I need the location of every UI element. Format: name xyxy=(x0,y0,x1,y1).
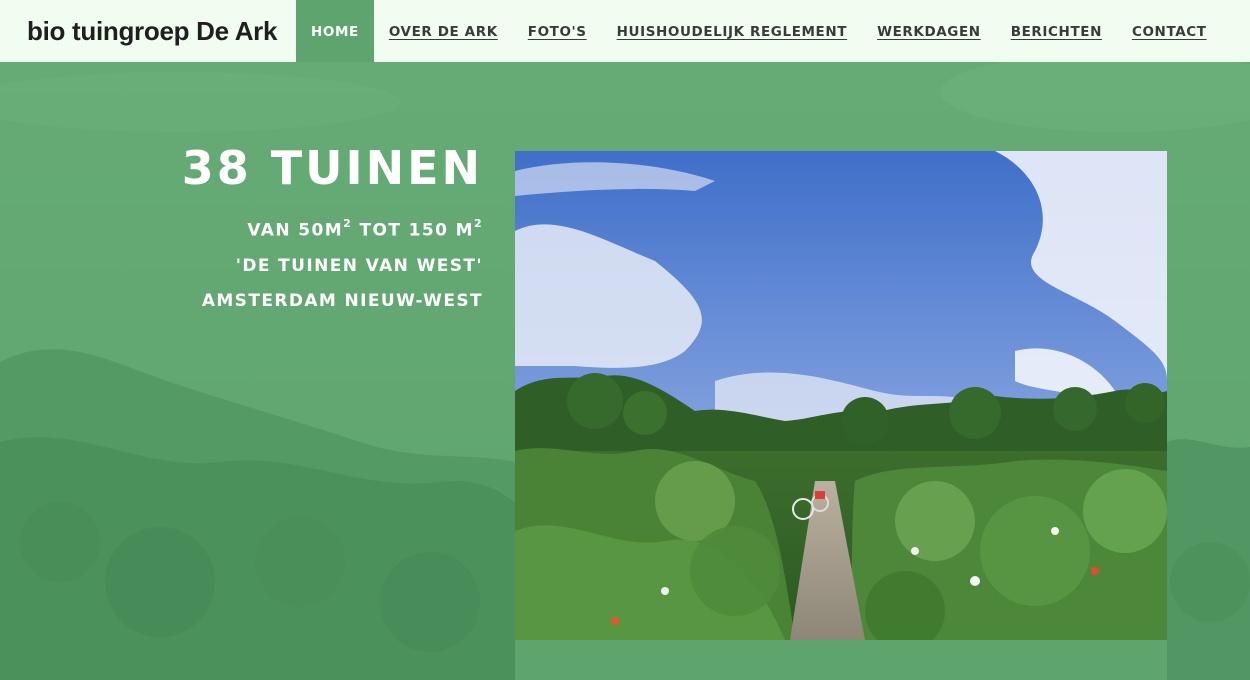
superscript-2: 2 xyxy=(343,217,353,230)
hero-location-area: AMSTERDAM NIEUW-WEST xyxy=(201,290,483,311)
hero-section: 38 TUINEN VAN 50M2 TOT 150 M2 'DE TUINEN… xyxy=(0,62,1250,680)
nav-item-fotos[interactable]: FOTO'S xyxy=(513,0,602,62)
garden-photo xyxy=(515,151,1167,640)
garden-photo-illustration xyxy=(515,151,1167,640)
hero-size-line: VAN 50M2 TOT 150 M2 xyxy=(182,208,483,249)
hero-headline: 38 TUINEN VAN 50M2 TOT 150 M2 'DE TUINEN… xyxy=(182,142,483,319)
hero-location-name: 'DE TUINEN VAN WEST' xyxy=(235,255,483,276)
size-to-text: TOT 150 M xyxy=(352,220,474,241)
site-title[interactable]: bio tuingroep De Ark xyxy=(0,0,296,62)
nav-item-berichten[interactable]: BERICHTEN xyxy=(996,0,1117,62)
site-header: bio tuingroep De Ark HOME OVER DE ARK FO… xyxy=(0,0,1250,62)
size-from-text: VAN 50M xyxy=(247,220,344,241)
nav-item-huishoudelijk-reglement[interactable]: HUISHOUDELIJK REGLEMENT xyxy=(602,0,862,62)
main-nav: HOME OVER DE ARK FOTO'S HUISHOUDELIJK RE… xyxy=(296,0,1222,62)
nav-item-over-de-ark[interactable]: OVER DE ARK xyxy=(374,0,513,62)
hero-title: 38 TUINEN xyxy=(181,141,483,195)
superscript-2: 2 xyxy=(473,217,483,230)
nav-item-contact[interactable]: CONTACT xyxy=(1117,0,1222,62)
nav-item-home[interactable]: HOME xyxy=(296,0,374,62)
nav-item-werkdagen[interactable]: WERKDAGEN xyxy=(862,0,996,62)
